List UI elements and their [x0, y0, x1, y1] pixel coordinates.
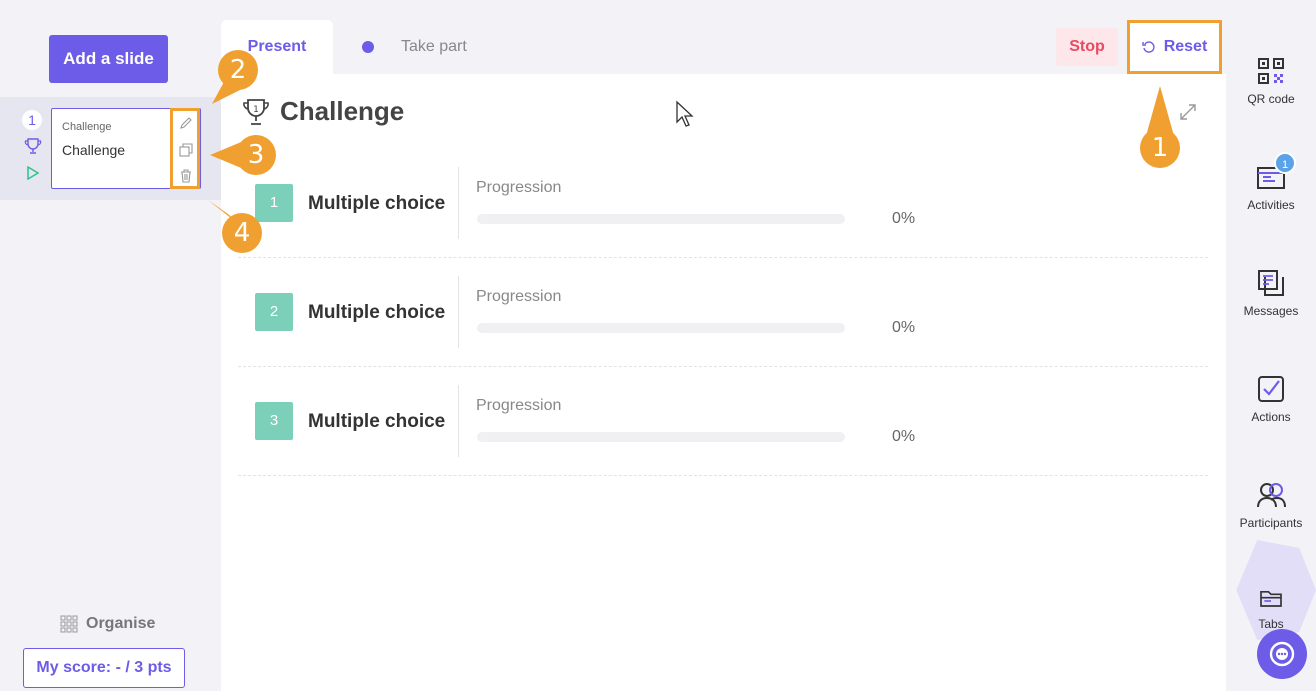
- trophy-icon: [24, 138, 42, 154]
- duplicate-icon[interactable]: [179, 143, 193, 157]
- rail-label: Activities: [1247, 198, 1295, 212]
- trash-icon[interactable]: [179, 169, 193, 183]
- rail-label: Actions: [1251, 410, 1291, 424]
- progress-bar: [477, 323, 845, 333]
- page-title: Challenge: [280, 96, 405, 126]
- question-number: 2: [255, 293, 293, 331]
- grid-icon: [60, 615, 78, 633]
- rail-actions[interactable]: Actions: [1226, 374, 1316, 424]
- progress-bar: [477, 432, 845, 442]
- slide-number: 1: [22, 110, 42, 130]
- headset-icon: [1269, 641, 1295, 667]
- rail-label: Messages: [1243, 304, 1299, 318]
- question-title: Multiple choice: [308, 411, 446, 432]
- divider: [458, 167, 459, 239]
- pencil-icon[interactable]: [179, 116, 193, 130]
- stop-button[interactable]: Stop: [1056, 28, 1118, 66]
- rail-tabs[interactable]: Tabs: [1226, 586, 1316, 631]
- my-score-button[interactable]: My score: - / 3 pts: [23, 648, 185, 688]
- add-slide-button[interactable]: Add a slide: [49, 35, 168, 83]
- callout-badge: 4: [222, 213, 262, 253]
- rank-number: 1: [253, 105, 259, 115]
- callout-badge: 2: [218, 50, 258, 90]
- progress-label: Progression: [476, 179, 562, 196]
- folder-icon: [1260, 591, 1282, 607]
- progress-label: Progression: [476, 397, 562, 414]
- question-number: 1: [255, 184, 293, 222]
- divider: [458, 385, 459, 457]
- help-chat-button[interactable]: [1257, 629, 1307, 679]
- tab-take-part[interactable]: Take part: [401, 38, 467, 56]
- progress-percent: 0%: [892, 428, 916, 445]
- mouse-cursor-icon: [676, 100, 694, 127]
- question-number: 3: [255, 402, 293, 440]
- messages-icon: [1258, 270, 1284, 296]
- progress-percent: 0%: [892, 210, 916, 227]
- rail-messages[interactable]: Messages: [1226, 268, 1316, 318]
- slides-sidebar: Add a slide 1 Challenge Challenge Organi…: [0, 0, 221, 691]
- trophy-icon: 1: [243, 98, 269, 125]
- callout-badge: 1: [1140, 128, 1180, 168]
- reset-icon: [1142, 41, 1155, 53]
- rail-label: QR code: [1247, 92, 1295, 106]
- organise-button[interactable]: Organise: [60, 615, 155, 633]
- progress-label: Progression: [476, 288, 562, 305]
- status-dot: [362, 41, 374, 53]
- question-row[interactable]: 1 Multiple choice Progression 0%: [238, 149, 1208, 258]
- rail-label: Participants: [1239, 516, 1303, 530]
- participants-icon: [1257, 483, 1286, 508]
- activities-badge: 1: [1274, 152, 1296, 174]
- slide-tools: [170, 108, 200, 189]
- callout-badge: 3: [236, 135, 276, 175]
- question-list: 1 Multiple choice Progression 0% 2 Multi…: [238, 149, 1208, 476]
- expand-icon[interactable]: [1179, 103, 1197, 121]
- question-row[interactable]: 2 Multiple choice Progression 0%: [238, 258, 1208, 367]
- slide-type: Challenge: [62, 121, 112, 133]
- activities-icon: 1: [1256, 152, 1296, 192]
- organise-label: Organise: [86, 615, 156, 632]
- reset-button[interactable]: Reset: [1127, 20, 1222, 74]
- right-rail: QR code 1 Activities Messages Actions Pa…: [1226, 0, 1316, 691]
- challenge-header: 1 Challenge: [242, 96, 404, 127]
- question-title: Multiple choice: [308, 193, 446, 214]
- rail-qr-code[interactable]: QR code: [1226, 56, 1316, 106]
- play-icon[interactable]: [26, 166, 40, 180]
- main-panel: Present Take part Stop Reset 1 Challenge…: [221, 20, 1226, 691]
- question-title: Multiple choice: [308, 302, 446, 323]
- slide-title: Challenge: [62, 142, 126, 158]
- progress-percent: 0%: [892, 319, 916, 336]
- tab-bar: Present Take part Stop Reset: [221, 20, 1226, 74]
- progress-bar: [477, 214, 845, 224]
- question-row[interactable]: 3 Multiple choice Progression 0%: [238, 367, 1208, 476]
- divider: [458, 276, 459, 348]
- rail-participants[interactable]: Participants: [1226, 480, 1316, 530]
- qr-code-icon: [1258, 58, 1284, 84]
- rail-activities[interactable]: 1 Activities: [1226, 152, 1316, 212]
- reset-label: Reset: [1163, 38, 1208, 55]
- checkbox-icon: [1258, 376, 1284, 402]
